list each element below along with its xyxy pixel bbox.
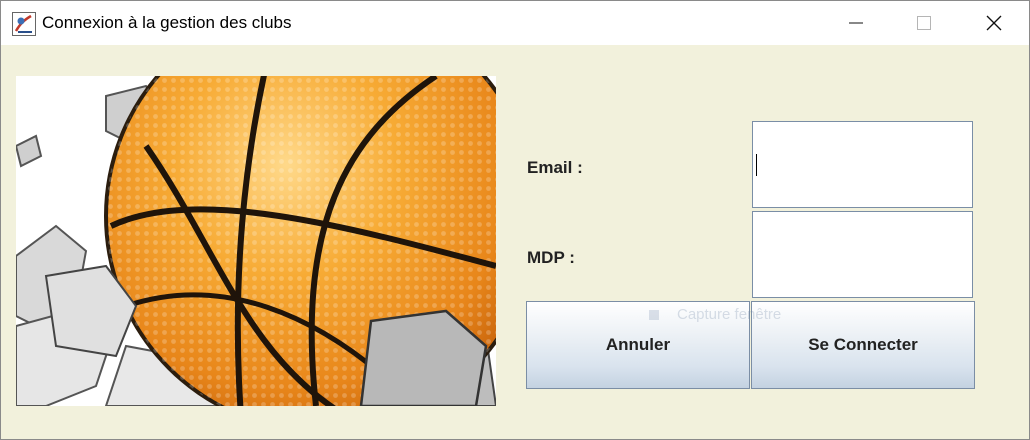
close-icon: [986, 15, 1002, 31]
password-label: MDP :: [527, 248, 575, 267]
maximize-icon: [917, 16, 931, 30]
basketball-image: [16, 76, 496, 406]
minimize-icon: [849, 22, 863, 24]
email-label: Email :: [527, 158, 583, 177]
password-input[interactable]: [752, 211, 973, 298]
title-bar[interactable]: Connexion à la gestion des clubs: [1, 1, 1029, 45]
close-button[interactable]: [959, 1, 1029, 45]
text-caret: [756, 154, 757, 176]
email-input[interactable]: [752, 121, 973, 208]
ghost-text: Capture fenêtre: [677, 306, 782, 323]
capture-window-ghost: Capture fenêtre: [637, 301, 905, 329]
login-window: Connexion à la gestion des clubs Email:…: [0, 0, 1030, 440]
window-title: Connexion à la gestion des clubs: [42, 13, 292, 32]
ghost-icon: [649, 310, 659, 320]
maximize-button[interactable]: [889, 1, 959, 45]
minimize-button[interactable]: [821, 1, 891, 45]
basketball-illustration: [16, 76, 496, 406]
java-app-icon[interactable]: [12, 12, 36, 36]
